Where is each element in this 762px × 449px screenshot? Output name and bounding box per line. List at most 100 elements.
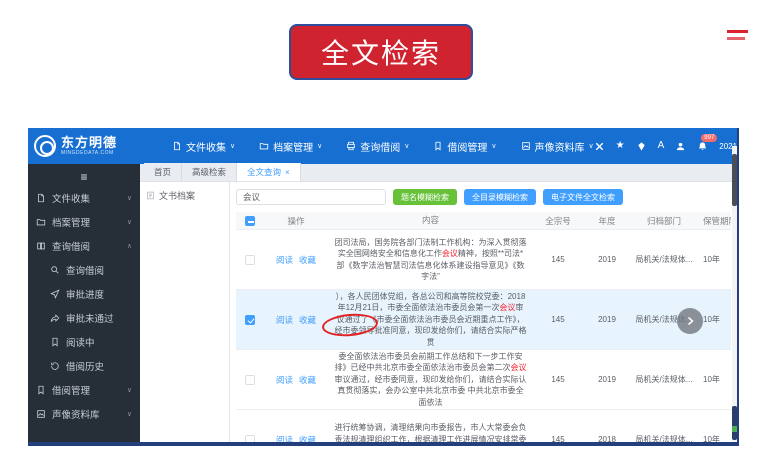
user-icon[interactable] (675, 141, 686, 152)
red-line (727, 30, 748, 33)
nav-item-label: 档案管理 (273, 139, 313, 154)
table-row: 阅读 收藏 进行统筹协调，清理结果向市委报告，市人大常委会负责法规清理组织工作，… (236, 410, 731, 442)
gem-icon[interactable] (636, 141, 647, 152)
nav-item-archive-management[interactable]: 档案管理 ∨ (259, 139, 322, 154)
search-input[interactable] (236, 189, 386, 205)
results-table: 操作 内容 全宗号 年度 归档部门 保管期限 阅读 收藏 (236, 212, 731, 442)
chevron-down-icon: ∨ (127, 194, 132, 202)
tab-bar: 首页 高级检索 全文查询 × (140, 164, 737, 182)
chevron-up-icon: ∧ (127, 242, 132, 250)
sidebar-item-label: 审批未通过 (66, 311, 114, 325)
column-header-department: 归档部门 (631, 212, 697, 229)
row-checkbox[interactable] (245, 375, 255, 385)
column-header-operation: 操作 (264, 212, 328, 229)
bookmark-icon (50, 337, 60, 347)
retention-cell: 10年 (697, 410, 731, 442)
next-page-button[interactable] (677, 308, 703, 334)
nav-item-borrow-management[interactable]: 借阅管理 ∨ (433, 139, 496, 154)
bookmark-icon (433, 141, 443, 151)
scrollbar-thumb-bottom (732, 406, 737, 440)
sidebar-item-borrow-management[interactable]: 借阅管理 ∨ (28, 378, 140, 402)
scrollbar-thumb[interactable] (732, 154, 737, 206)
nav-item-label: 查询借阅 (360, 139, 400, 154)
content-text: 团司法局，国务院各部门法制工作机构：为深入贯彻落实全国网络安全和信息化工作会议精… (334, 237, 527, 283)
sidebar-item-query-borrow[interactable]: 查询借阅 ∧ (28, 234, 140, 258)
highlighted-keyword: 会议 (499, 303, 515, 312)
archive-tree-panel: 文书档案 (140, 182, 230, 442)
row-checkbox[interactable] (245, 435, 255, 443)
sidebar-item-label: 文件收集 (52, 191, 90, 205)
nav-item-media-library[interactable]: 声像资料库 ∨ (521, 139, 594, 154)
title-fuzzy-search-button[interactable]: 题名模糊检索 (393, 189, 457, 205)
sidebar-item-archive-management[interactable]: 档案管理 ∨ (28, 210, 140, 234)
tab-advanced-search[interactable]: 高级检索 (182, 163, 237, 181)
folder-icon (36, 217, 46, 227)
bell-icon[interactable]: 997 (697, 141, 708, 152)
nav-item-label: 借阅管理 (447, 139, 487, 154)
nav-item-label: 声像资料库 (535, 139, 585, 154)
sidebar-item-file-collection[interactable]: 文件收集 ∨ (28, 186, 140, 210)
bookmark-icon (36, 385, 46, 395)
sidebar-subitem-approval-rejected[interactable]: 审批未通过 (28, 306, 140, 330)
tab-home[interactable]: 首页 (144, 163, 182, 181)
vertical-scrollbar[interactable] (732, 146, 737, 442)
logo[interactable]: 东方明德 MINGDEDATA.COM (34, 135, 172, 157)
department-cell: 局机关/法规体... (631, 410, 697, 442)
sidebar-subitem-approval-progress[interactable]: 审批进度 (28, 282, 140, 306)
favorite-link[interactable]: 收藏 (299, 254, 316, 266)
search-row: 题名模糊检索 全目录模糊检索 电子文件全文检索 (236, 187, 731, 207)
nav-item-label: 文件收集 (186, 139, 226, 154)
favorite-link[interactable]: 收藏 (299, 374, 316, 386)
favorite-link[interactable]: 收藏 (299, 434, 316, 443)
font-size-icon[interactable]: A (658, 141, 665, 151)
logo-title: 东方明德 (61, 136, 117, 149)
efile-fulltext-search-button[interactable]: 电子文件全文检索 (543, 189, 623, 205)
folder-icon (259, 141, 269, 151)
red-menu-icon[interactable] (724, 30, 748, 42)
star-icon[interactable]: ★ (616, 141, 625, 151)
year-cell: 2019 (583, 350, 631, 409)
top-navbar: 东方明德 MINGDEDATA.COM 文件收集 ∨ 档案管理 ∨ 查询借阅 ∨ (28, 128, 737, 164)
sidebar-subitem-reading[interactable]: 阅读中 (28, 330, 140, 354)
read-link[interactable]: 阅读 (276, 314, 293, 326)
content-text: 委全面依法治市委员会前期工作总结和下一步工作安排》已经中共北京市委全面依法治市委… (334, 351, 527, 409)
tree-node-label: 文书档案 (159, 189, 195, 202)
chevron-down-icon: ∨ (127, 218, 132, 226)
document-icon (146, 191, 155, 200)
tab-label: 全文查询 (247, 166, 281, 178)
share-arrow-icon (50, 313, 60, 323)
sidebar-subitem-query-borrow[interactable]: 查询借阅 (28, 258, 140, 282)
year-cell: 2019 (583, 290, 631, 349)
close-icon[interactable]: × (285, 168, 290, 177)
chevron-down-icon: ∨ (127, 410, 132, 418)
retention-cell: 10年 (697, 350, 731, 409)
select-all-checkbox[interactable] (245, 216, 255, 226)
history-icon (50, 361, 60, 371)
nav-item-file-collection[interactable]: 文件收集 ∨ (172, 139, 235, 154)
row-checkbox[interactable] (245, 255, 255, 265)
hamburger-icon[interactable]: ≡ (28, 168, 140, 186)
catalog-fuzzy-search-button[interactable]: 全目录模糊检索 (464, 189, 536, 205)
notification-badge: 997 (701, 134, 717, 142)
sidebar-subitem-borrow-history[interactable]: 借阅历史 (28, 354, 140, 378)
row-checkbox[interactable] (245, 315, 255, 325)
nav-item-query-borrow[interactable]: 查询借阅 ∨ (346, 139, 409, 154)
full-text-search-banner: 全文检索 (289, 24, 473, 80)
tab-fulltext-query[interactable]: 全文查询 × (237, 163, 301, 181)
read-link[interactable]: 阅读 (276, 374, 293, 386)
favorite-link[interactable]: 收藏 (299, 314, 316, 326)
fullscreen-icon[interactable] (594, 141, 605, 152)
content-text: ），各人民团体党组，各总公司和高等院校党委：2018年12月21日，市委全面依法… (334, 291, 527, 349)
image-file-icon (521, 141, 531, 151)
tree-node-document-archive[interactable]: 文书档案 (146, 189, 223, 202)
fonds-no-cell: 145 (533, 410, 583, 442)
search-icon (50, 265, 60, 275)
chevron-down-icon: ∨ (127, 386, 132, 394)
sidebar-item-media-library[interactable]: 声像资料库 ∨ (28, 402, 140, 426)
read-link[interactable]: 阅读 (276, 434, 293, 443)
read-link[interactable]: 阅读 (276, 254, 293, 266)
highlighted-keyword: 会议 (442, 249, 458, 258)
document-icon (172, 141, 182, 151)
sidebar-item-label: 档案管理 (52, 215, 90, 229)
department-cell: 局机关/法规体... (631, 230, 697, 289)
